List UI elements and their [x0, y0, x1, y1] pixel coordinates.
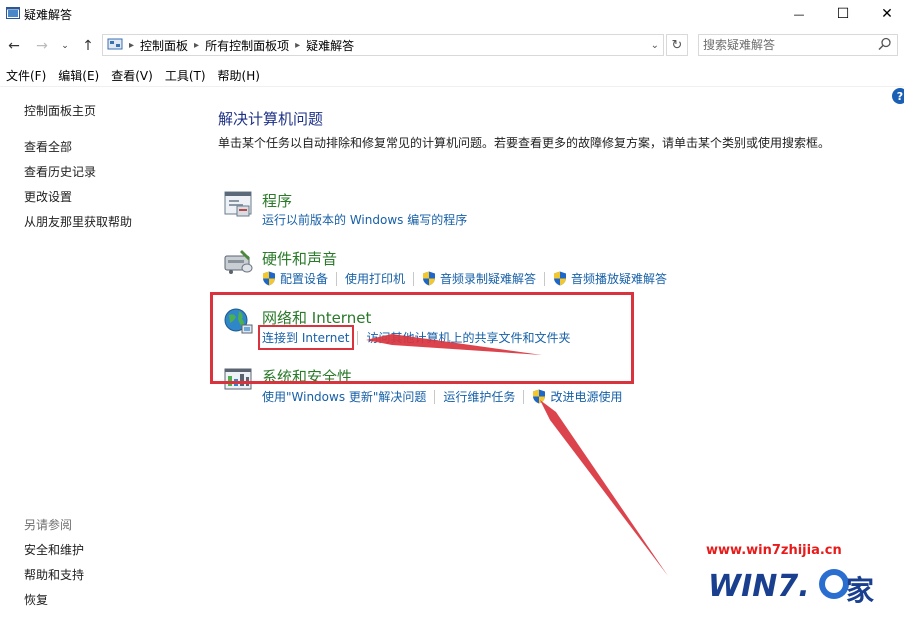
- menu-bar: 文件(F) 编辑(E) 查看(V) 工具(T) 帮助(H): [0, 66, 904, 86]
- hardware-sound-icon[interactable]: [222, 246, 254, 278]
- help-icon: ?: [896, 89, 904, 103]
- see-also-help-support[interactable]: 帮助和支持: [24, 566, 84, 583]
- sidebar-item-control-panel-home[interactable]: 控制面板主页: [24, 102, 96, 119]
- watermark-url: www.win7zhijia.cn: [706, 543, 842, 558]
- up-arrow-icon: ↑: [82, 38, 94, 54]
- close-button[interactable]: ✕: [864, 0, 904, 28]
- watermark-logo: WIN7. 家: [706, 560, 882, 609]
- sidebar-item-change-settings[interactable]: 更改设置: [24, 188, 72, 205]
- svg-text:家: 家: [846, 574, 874, 606]
- forward-arrow-icon: →: [36, 38, 48, 54]
- search-box[interactable]: [698, 34, 898, 56]
- link-divider: [336, 271, 338, 286]
- breadcrumb-all-items[interactable]: 所有控制面板项: [205, 37, 289, 54]
- control-panel-icon: [107, 38, 123, 52]
- see-also-security-maintenance[interactable]: 安全和维护: [24, 541, 84, 558]
- run-maintenance-link[interactable]: 运行维护任务: [443, 388, 515, 405]
- back-arrow-icon: ←: [8, 38, 20, 54]
- menu-file[interactable]: 文件(F): [0, 66, 52, 86]
- use-printer-link[interactable]: 使用打印机: [345, 270, 405, 287]
- category-programs-links: 运行以前版本的 Windows 编写的程序: [262, 211, 467, 228]
- audio-playback-troubleshooter-link[interactable]: 音频播放疑难解答: [571, 270, 667, 287]
- annotation-highlight-box-small: [258, 325, 354, 350]
- recent-locations-button[interactable]: ⌄: [58, 36, 72, 56]
- category-programs-title[interactable]: 程序: [262, 190, 292, 211]
- address-dropdown-icon[interactable]: ⌄: [651, 40, 659, 51]
- breadcrumb-control-panel[interactable]: 控制面板: [140, 37, 188, 54]
- breadcrumb-separator: ▸: [129, 39, 135, 51]
- window-title: 疑难解答: [24, 8, 73, 22]
- refresh-button[interactable]: ↻: [666, 34, 688, 56]
- uac-shield-icon: [532, 389, 546, 404]
- sidebar-item-view-all[interactable]: 查看全部: [24, 138, 72, 155]
- breadcrumb-separator: ▸: [295, 39, 301, 51]
- close-icon: ✕: [881, 6, 893, 22]
- minimize-button[interactable]: —: [776, 0, 822, 28]
- help-button[interactable]: ?: [892, 88, 904, 104]
- svg-text:WIN7.: WIN7.: [708, 569, 810, 604]
- run-older-programs-link[interactable]: 运行以前版本的 Windows 编写的程序: [262, 211, 467, 228]
- uac-shield-icon: [422, 271, 436, 286]
- up-button[interactable]: ↑: [78, 36, 98, 56]
- link-divider: [434, 389, 436, 404]
- configure-device-link[interactable]: 配置设备: [280, 270, 328, 287]
- link-divider: [413, 271, 415, 286]
- link-divider: [544, 271, 546, 286]
- refresh-icon: ↻: [671, 37, 683, 53]
- search-input[interactable]: [703, 37, 873, 53]
- address-bar[interactable]: ▸ 控制面板 ▸ 所有控制面板项 ▸ 疑难解答 ⌄: [102, 34, 664, 56]
- annotation-arrow-lower: [540, 400, 668, 576]
- back-button[interactable]: ←: [4, 36, 24, 56]
- category-hardware-sound-links: 配置设备 使用打印机 音频录制疑难解答 音频播放疑难解答: [262, 270, 667, 287]
- breadcrumb-troubleshooting[interactable]: 疑难解答: [306, 37, 354, 54]
- windows-update-troubleshoot-link[interactable]: 使用"Windows 更新"解决问题: [262, 388, 426, 405]
- page-title: 解决计算机问题: [218, 110, 324, 128]
- forward-button[interactable]: →: [32, 36, 52, 56]
- breadcrumb-separator: ▸: [194, 39, 200, 51]
- page-description: 单击某个任务以自动排除和修复常见的计算机问题。若要查看更多的故障修复方案，请单击…: [218, 136, 831, 150]
- improve-power-usage-link[interactable]: 改进电源使用: [550, 388, 622, 405]
- sidebar-item-view-history[interactable]: 查看历史记录: [24, 163, 96, 180]
- audio-recording-troubleshooter-link[interactable]: 音频录制疑难解答: [440, 270, 536, 287]
- troubleshooting-app-icon: [6, 6, 20, 20]
- menu-edit[interactable]: 编辑(E): [52, 66, 105, 86]
- category-hardware-sound-title[interactable]: 硬件和声音: [262, 248, 337, 269]
- minimize-icon: —: [793, 7, 805, 21]
- menu-view[interactable]: 查看(V): [105, 66, 159, 86]
- category-system-security-links: 使用"Windows 更新"解决问题 运行维护任务 改进电源使用: [262, 388, 622, 405]
- search-icon[interactable]: [878, 37, 892, 54]
- maximize-button[interactable]: ☐: [820, 0, 866, 28]
- link-divider: [523, 389, 525, 404]
- see-also-recovery[interactable]: 恢复: [24, 591, 48, 608]
- uac-shield-icon: [262, 271, 276, 286]
- uac-shield-icon: [553, 271, 567, 286]
- sidebar-item-get-help-from-friend[interactable]: 从朋友那里获取帮助: [24, 213, 132, 230]
- menu-help[interactable]: 帮助(H): [212, 66, 266, 86]
- maximize-icon: ☐: [836, 6, 850, 22]
- see-also-title: 另请参阅: [24, 518, 73, 532]
- chevron-down-icon: ⌄: [61, 41, 69, 51]
- menu-tools[interactable]: 工具(T): [159, 66, 212, 86]
- title-bar: 疑难解答 — ☐ ✕: [0, 0, 904, 28]
- menu-divider: [0, 86, 904, 87]
- programs-icon[interactable]: [222, 188, 254, 220]
